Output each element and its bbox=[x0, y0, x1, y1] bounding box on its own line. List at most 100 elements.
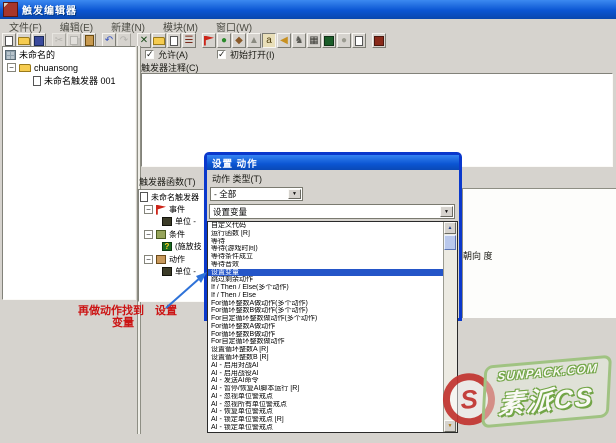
action-list-item[interactable]: For循环整数B做动作 bbox=[208, 331, 457, 339]
tree-row[interactable]: −条件 bbox=[140, 228, 204, 240]
set-action-dialog-title: 设置 动作 bbox=[212, 156, 258, 170]
tree-row[interactable]: − 事件 bbox=[140, 203, 204, 215]
allow-checkbox-box[interactable] bbox=[145, 50, 154, 59]
trigger-functions-tree: 未命名触发器−事件单位 -−条件(施放技−动作单位 - bbox=[140, 191, 204, 301]
initially-on-checkbox-box[interactable] bbox=[217, 50, 226, 59]
annotation-text-2: 设置 bbox=[155, 302, 177, 318]
action-list-item[interactable]: 等待条件成立 bbox=[208, 253, 457, 261]
tree-row[interactable]: (施放技 bbox=[140, 241, 204, 253]
action-list-item[interactable]: For循环整数B做动作(多个动作) bbox=[208, 307, 457, 315]
window-title: 触发编辑器 bbox=[22, 2, 77, 17]
watermark-text-box: SUNPACK.COM 素派CS bbox=[481, 355, 612, 429]
function-editor-partial-text: 朝向 度 bbox=[463, 249, 493, 262]
menu-bar: 文件(F)编辑(E)新建(N)模块(M)窗口(W) bbox=[0, 19, 616, 33]
tree-row[interactable]: 未命名触发器 bbox=[140, 191, 204, 203]
rock-button[interactable]: ● bbox=[337, 33, 351, 48]
watermark-logo-letter: S bbox=[459, 383, 479, 415]
action-list-item[interactable]: For自定循环整数做动作 bbox=[208, 338, 457, 346]
allow-checkbox-label: 允许(A) bbox=[158, 48, 188, 61]
window-titlebar: 触发编辑器 bbox=[0, 0, 616, 19]
tree-row[interactable]: 单位 - bbox=[140, 265, 204, 277]
tree-row[interactable]: 未命名的 bbox=[5, 48, 133, 61]
tree-row-label: chuansong bbox=[34, 63, 78, 73]
initially-on-checkbox[interactable]: 初始打开(I) bbox=[217, 48, 275, 61]
collapse-minus-icon[interactable]: − bbox=[144, 205, 153, 214]
delete-x-icon: ✕ bbox=[140, 36, 148, 46]
action-list-item[interactable]: AI - 锁定单位警戒点 bbox=[208, 424, 457, 432]
special-button[interactable] bbox=[372, 33, 386, 48]
region-button[interactable] bbox=[322, 33, 336, 48]
initially-on-checkbox-label: 初始打开(I) bbox=[230, 48, 275, 61]
unit-orb-button[interactable]: ● bbox=[217, 33, 231, 48]
action-list-item[interactable]: AI - 暂停/恢复AI脚本运行 [R] bbox=[208, 385, 457, 393]
allow-checkbox[interactable]: 允许(A) bbox=[145, 48, 188, 61]
action-list-item[interactable]: For循环整数A做动作 bbox=[208, 323, 457, 331]
tree-row-label: 未命名的 bbox=[19, 48, 55, 61]
action-icon bbox=[156, 255, 166, 264]
new-page-button[interactable] bbox=[167, 33, 181, 48]
tree-row[interactable]: −动作 bbox=[140, 253, 204, 265]
trigger-functions-label: 触发器函数(T) bbox=[139, 175, 196, 188]
action-list-item[interactable]: For循环整数A做动作(多个动作) bbox=[208, 300, 457, 308]
condition-icon bbox=[156, 230, 166, 239]
action-list-item[interactable]: 自定义代码 bbox=[208, 222, 457, 230]
sound-button[interactable]: ◀ bbox=[277, 33, 291, 48]
event-flag-button[interactable] bbox=[202, 33, 216, 48]
action-list-item[interactable]: AI - 忽视单位警戒点 bbox=[208, 393, 457, 401]
action-list-item[interactable]: If / Then / Else bbox=[208, 292, 457, 300]
category-folder-button[interactable] bbox=[152, 33, 166, 48]
action-list-item[interactable]: 设置变量 bbox=[208, 269, 457, 277]
action-type-value: - 全部 bbox=[214, 188, 236, 200]
cut-icon: ✂ bbox=[55, 36, 63, 46]
trigger-tree: 未命名的− chuansong未命名触发器 001 bbox=[5, 48, 133, 87]
redo-icon: ↷ bbox=[120, 36, 128, 46]
action-list-item[interactable]: 等待音效 bbox=[208, 261, 457, 269]
tree-row-label: 事件 bbox=[169, 204, 185, 215]
action-list-item[interactable]: AI - 发送AI命令 bbox=[208, 377, 457, 385]
camera-button[interactable]: ▦ bbox=[307, 33, 321, 48]
sound-icon: ◀ bbox=[280, 36, 288, 46]
layers-button[interactable]: ☰ bbox=[182, 33, 196, 48]
open-folder-icon bbox=[18, 37, 30, 45]
action-type-dropdown-arrow-icon[interactable] bbox=[288, 189, 301, 199]
action-list-item[interactable]: 等待 bbox=[208, 238, 457, 246]
hero-button[interactable]: ♞ bbox=[292, 33, 306, 48]
action-list-item[interactable]: AI - 锁定单位警戒点 [R] bbox=[208, 416, 457, 424]
action-list-item[interactable]: For自定循环整数做动作(多个动作) bbox=[208, 315, 457, 323]
text-a-button[interactable]: a bbox=[262, 33, 276, 48]
action-list-item[interactable]: 等待(游戏时间) bbox=[208, 245, 457, 253]
action-list-item[interactable]: 跳过剩余动作 bbox=[208, 276, 457, 284]
action-dropdown-arrow-icon[interactable] bbox=[440, 206, 453, 217]
action-combobox[interactable]: 设置变量 bbox=[209, 204, 455, 219]
action-list-item[interactable]: AI - 恢复单位警戒点 bbox=[208, 408, 457, 416]
save-icon bbox=[34, 36, 44, 46]
watermark: S SUNPACK.COM 素派CS bbox=[440, 351, 616, 443]
unit-icon bbox=[162, 217, 172, 226]
tree-row[interactable]: 未命名触发器 001 bbox=[5, 74, 133, 87]
collapse-minus-icon[interactable]: − bbox=[144, 255, 153, 264]
copy-icon bbox=[70, 36, 78, 45]
document-icon bbox=[140, 192, 148, 202]
terrain-button[interactable]: ▲ bbox=[247, 33, 261, 48]
app-icon bbox=[3, 2, 18, 17]
set-action-dialog-titlebar[interactable]: 设置 动作 bbox=[207, 155, 459, 170]
new-page-icon bbox=[170, 36, 178, 46]
action-list-item[interactable]: AI - 忽视所有单位警戒点 bbox=[208, 401, 457, 409]
doodad-button[interactable]: ◆ bbox=[232, 33, 246, 48]
action-list-item[interactable]: AI - 启用战役AI bbox=[208, 370, 457, 378]
tree-row[interactable]: 单位 - bbox=[140, 216, 204, 228]
action-list-item[interactable]: 设置循环整数B [R] bbox=[208, 354, 457, 362]
tree-row[interactable]: − chuansong bbox=[5, 61, 133, 74]
scrollbar-thumb[interactable] bbox=[444, 235, 456, 250]
scrollbar-up-icon[interactable] bbox=[444, 222, 456, 234]
layers-icon: ☰ bbox=[185, 36, 194, 46]
action-list-item[interactable]: 运行函数 [R] bbox=[208, 230, 457, 238]
action-list-item[interactable]: 设置循环整数A [R] bbox=[208, 346, 457, 354]
collapse-minus-icon[interactable]: − bbox=[144, 230, 153, 239]
action-type-combobox[interactable]: - 全部 bbox=[210, 187, 303, 201]
action-list-item[interactable]: If / Then / Else(多个动作) bbox=[208, 284, 457, 292]
action-list-item[interactable]: AI - 启用对战AI bbox=[208, 362, 457, 370]
export-button[interactable] bbox=[352, 33, 366, 48]
text-a-icon: a bbox=[266, 36, 272, 46]
collapse-minus-icon[interactable]: − bbox=[7, 63, 16, 72]
